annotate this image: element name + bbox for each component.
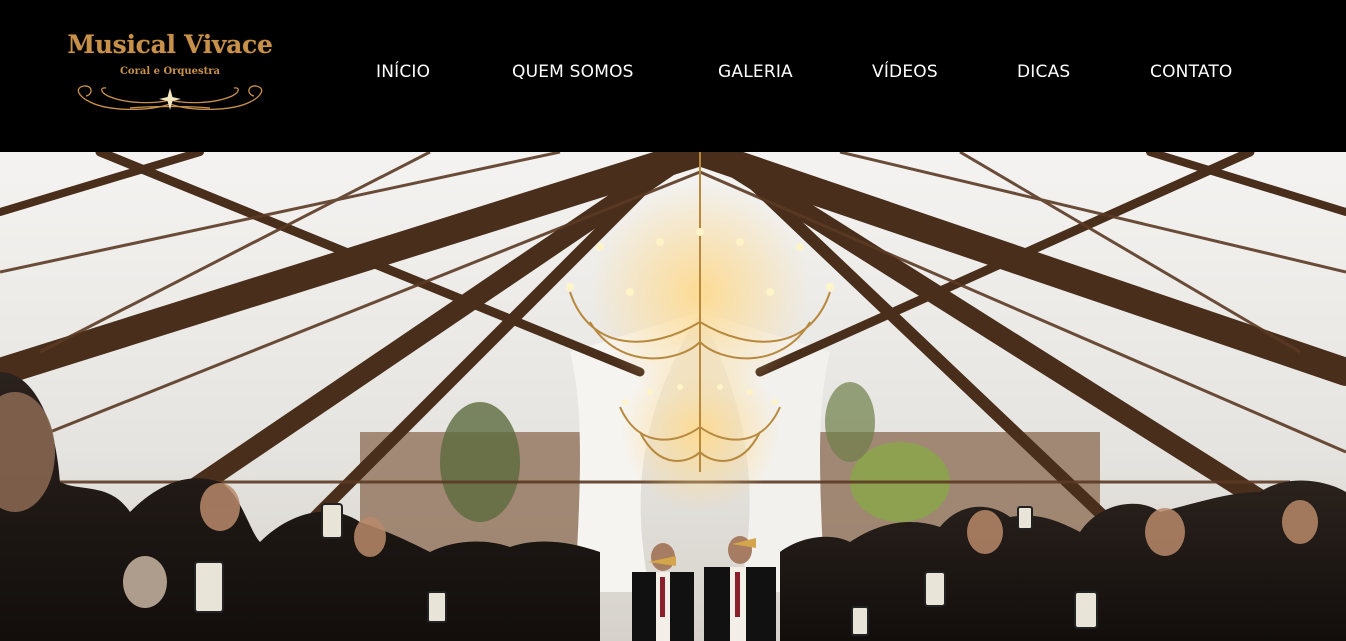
nav-item-videos[interactable]: VÍDEOS xyxy=(872,62,938,82)
site-header: Musical Vivace Coral e Orquestra INÍCIO … xyxy=(0,0,1346,152)
site-logo[interactable]: Musical Vivace Coral e Orquestra xyxy=(56,28,284,118)
logo-ornament-icon xyxy=(77,85,263,111)
nav-item-contato[interactable]: CONTATO xyxy=(1150,62,1233,82)
logo-title: Musical Vivace xyxy=(67,30,273,59)
nav-item-galeria[interactable]: GALERIA xyxy=(718,62,793,82)
nav-item-dicas[interactable]: DICAS xyxy=(1017,62,1070,82)
logo-subtitle: Coral e Orquestra xyxy=(119,66,221,77)
nav-item-inicio[interactable]: INÍCIO xyxy=(376,62,430,82)
nav-item-quem-somos[interactable]: QUEM SOMOS xyxy=(512,62,634,82)
hero-image xyxy=(0,152,1346,641)
hero-section xyxy=(0,152,1346,641)
